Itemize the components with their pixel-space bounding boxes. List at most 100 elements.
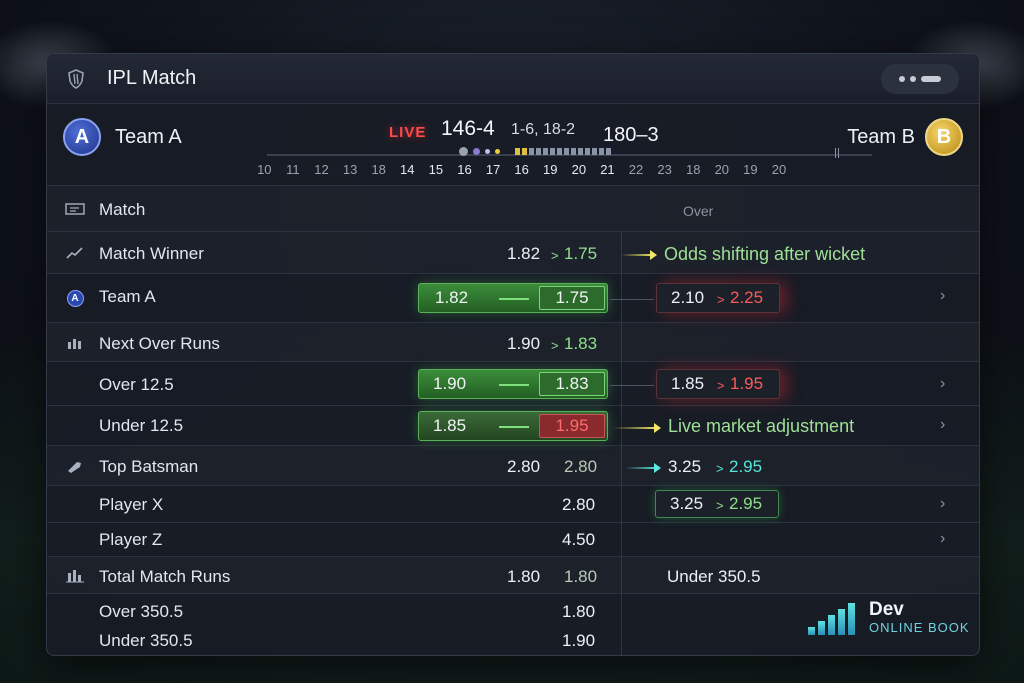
- brand-name: Dev: [869, 599, 904, 620]
- market-next-over-runs[interactable]: Next Over Runs 1.90 > 1.83: [47, 323, 979, 362]
- odds-button-secondary[interactable]: 1.85 > 1.95: [656, 369, 780, 399]
- odds-button[interactable]: 1.82 1.75: [418, 283, 608, 313]
- over-number: 18: [685, 162, 701, 177]
- app-title: IPL Match: [107, 67, 197, 89]
- team-a-logo-icon: A: [63, 118, 101, 156]
- change-arrow-icon: >: [717, 292, 725, 307]
- recent-overs-summary: 1-6, 18-2: [511, 121, 576, 138]
- over-number: 20: [571, 162, 587, 177]
- odds-new: 1.75: [564, 244, 598, 263]
- odds-old: 1.85: [433, 416, 467, 435]
- selection-label: Over 12.5: [99, 375, 174, 394]
- arrow-right-icon: [499, 384, 529, 386]
- chevron-right-icon[interactable]: ›: [940, 530, 945, 548]
- ticket-icon: [65, 203, 85, 215]
- market-match-winner[interactable]: Match Winner 1.82 > 1.75 Odds shifting a…: [47, 232, 979, 274]
- brand-tagline: ONLINE BOOK: [869, 620, 970, 635]
- over-number: 11: [286, 162, 300, 177]
- team-a-small-icon: A: [65, 289, 85, 307]
- team-a-header[interactable]: A Team A: [63, 118, 182, 156]
- odds-button[interactable]: 1.90 1.83: [418, 369, 608, 399]
- over-number: 18: [371, 162, 386, 177]
- selection-label[interactable]: Over 350.5: [99, 602, 183, 622]
- odds-old: 3.25: [670, 494, 704, 513]
- chevron-right-icon[interactable]: ›: [940, 375, 945, 393]
- odds-new: 2.95: [729, 457, 763, 476]
- odds-new: 1.95: [555, 416, 589, 435]
- market-note: Live market adjustment: [668, 416, 855, 436]
- over-number: 20: [714, 162, 730, 177]
- timeline-event-dots: [459, 147, 500, 156]
- odds-value[interactable]: 1.90: [562, 631, 595, 651]
- selection-under-12-5[interactable]: Under 12.5 1.85 1.95 Live market adjustm…: [47, 406, 979, 446]
- shield-icon: [68, 68, 84, 89]
- odds-old: 1.82: [507, 244, 541, 263]
- odds-old: 1.90: [433, 374, 467, 393]
- odds-new-box: 1.95: [539, 414, 605, 438]
- over-number: 13: [342, 162, 358, 177]
- menu-dot-icon: [910, 75, 916, 82]
- over-number: 19: [543, 162, 558, 177]
- connector-line: [610, 385, 654, 386]
- brand-logo-icon: [808, 603, 855, 635]
- odds-old: 1.82: [435, 288, 469, 307]
- title-bar: IPL Match: [47, 54, 979, 104]
- over-number: 23: [657, 162, 672, 177]
- selection-player-x[interactable]: Player X 2.80 3.25 > 2.95 ›: [47, 486, 979, 523]
- team-a-name: Team A: [115, 125, 182, 148]
- change-arrow-icon: >: [716, 498, 724, 513]
- odds-new: 1.83: [555, 374, 589, 393]
- odds-old: 1.85: [671, 374, 705, 393]
- over-number: 10: [257, 162, 272, 177]
- arrow-right-icon: [621, 250, 657, 260]
- odds-button[interactable]: 1.85 1.95: [418, 411, 608, 441]
- selection-label: Player Z: [99, 530, 163, 549]
- arrow-right-icon: [499, 298, 529, 300]
- team-b-logo-icon: B: [925, 118, 963, 156]
- over-number: 12: [314, 162, 329, 177]
- team-a-score: 146-4: [441, 117, 495, 140]
- selection-label: Under 12.5: [99, 416, 184, 435]
- market-note: Odds shifting after wicket: [664, 244, 866, 264]
- odds-new: 1.83: [564, 334, 598, 353]
- odds-old: 3.25: [668, 457, 702, 476]
- more-options-button[interactable]: [881, 63, 959, 94]
- odds-new: 2.25: [730, 288, 764, 307]
- timeline-scrubber[interactable]: [835, 148, 839, 158]
- odds-old: 1.90: [507, 334, 541, 353]
- over-number: 14: [400, 162, 415, 177]
- odds-value[interactable]: 4.50: [562, 530, 595, 550]
- chevron-right-icon[interactable]: ›: [940, 416, 945, 434]
- event-dot-icon: [459, 147, 468, 156]
- chevron-right-icon[interactable]: ›: [940, 287, 945, 305]
- odds-new: 2.80: [564, 457, 598, 476]
- change-arrow-icon: >: [551, 338, 559, 353]
- market-top-batsman[interactable]: Top Batsman 2.80 2.80 3.25 > 2.95: [47, 446, 979, 486]
- selection-label[interactable]: Under 350.5: [99, 631, 193, 651]
- over-number: 15: [428, 162, 444, 177]
- odds-button-secondary[interactable]: 3.25 > 2.95: [655, 490, 779, 518]
- odds-new: 2.95: [729, 494, 763, 513]
- selection-player-z[interactable]: Player Z 4.50 ›: [47, 523, 979, 557]
- team-a-badge-text: A: [66, 289, 84, 307]
- odds-value[interactable]: 1.80: [562, 602, 595, 622]
- selection-label: Team A: [99, 287, 156, 306]
- line-label: Under 350.5: [667, 567, 761, 586]
- scoreboard: A Team A LIVE 146-4 1-6, 18-2 180–3 Team…: [47, 104, 979, 186]
- selection-over-12-5[interactable]: Over 12.5 1.90 1.83 1.85 > 1.95 ›: [47, 362, 979, 406]
- market-label: Total Match Runs: [99, 567, 231, 586]
- match-odds-panel: IPL Match A Team A LIVE 146-4 1-6, 18-2 …: [46, 53, 980, 656]
- menu-dot-icon: [899, 75, 905, 82]
- selection-team-a[interactable]: A Team A 1.82 1.75 2.10 > 2.25 ›: [47, 274, 979, 323]
- team-b-header[interactable]: Team B B: [847, 118, 963, 156]
- over-number: 22: [628, 162, 644, 177]
- market-total-match-runs[interactable]: Total Match Runs 1.80 1.80 Under 350.5: [47, 557, 979, 594]
- odds-button-secondary[interactable]: 2.10 > 2.25: [656, 283, 780, 313]
- change-arrow-icon: >: [717, 378, 725, 393]
- over-number: 21: [600, 162, 615, 177]
- odds-old: 2.10: [671, 288, 705, 307]
- chevron-right-icon[interactable]: ›: [940, 495, 945, 513]
- odds-old: 2.80: [507, 457, 541, 476]
- odds-value[interactable]: 2.80: [562, 495, 595, 515]
- odds-new-box: 1.75: [539, 286, 605, 310]
